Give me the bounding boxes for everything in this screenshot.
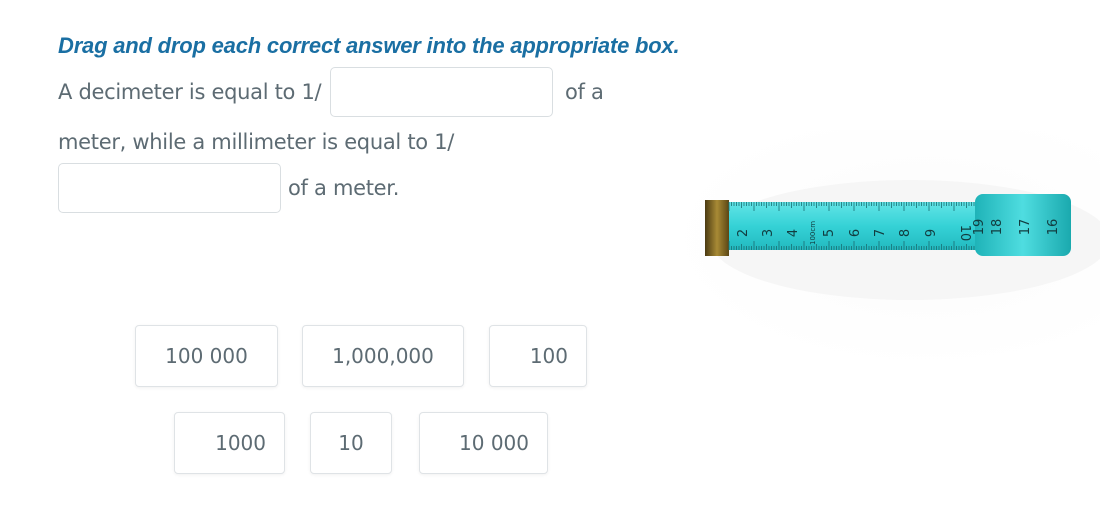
drop-box-decimeter[interactable] [330,67,553,117]
tape-number: 6 [848,229,863,237]
answer-tile-1000[interactable]: 1000 [174,412,285,474]
answer-tile-1000000[interactable]: 1,000,000 [302,325,464,387]
measuring-tape-image: 2 3 4 100cm 5 6 7 8 9 10 19 18 17 16 [665,130,1100,370]
tape-number: 10 [957,225,972,242]
instruction-heading: Drag and drop each correct answer into t… [58,33,680,58]
tape-number: 9 [924,229,939,237]
drop-box-millimeter[interactable] [58,163,281,213]
tape-number: 5 [822,229,837,237]
sentence-part-2: of a [565,80,604,104]
sentence-part-1: A decimeter is equal to 1/ [58,80,322,104]
tape-number: 2 [736,229,751,237]
answer-tile-10[interactable]: 10 [310,412,392,474]
sentence-part-4: of a meter. [288,176,400,200]
tape-small-label: 100cm [809,221,817,245]
tape-number: 16 [1046,219,1061,236]
answer-tile-100[interactable]: 100 [489,325,587,387]
tape-mid-label: 19 [972,219,987,236]
tape-number: 17 [1018,219,1033,236]
tape-number: 4 [786,229,801,237]
answer-tile-10000[interactable]: 10 000 [419,412,548,474]
sentence-part-3: meter, while a millimeter is equal to 1/ [58,130,455,154]
tape-number: 8 [898,229,913,237]
tape-number: 3 [761,229,776,237]
tape-number: 7 [873,229,888,237]
tape-number: 18 [990,219,1005,236]
answer-tile-100000[interactable]: 100 000 [135,325,278,387]
